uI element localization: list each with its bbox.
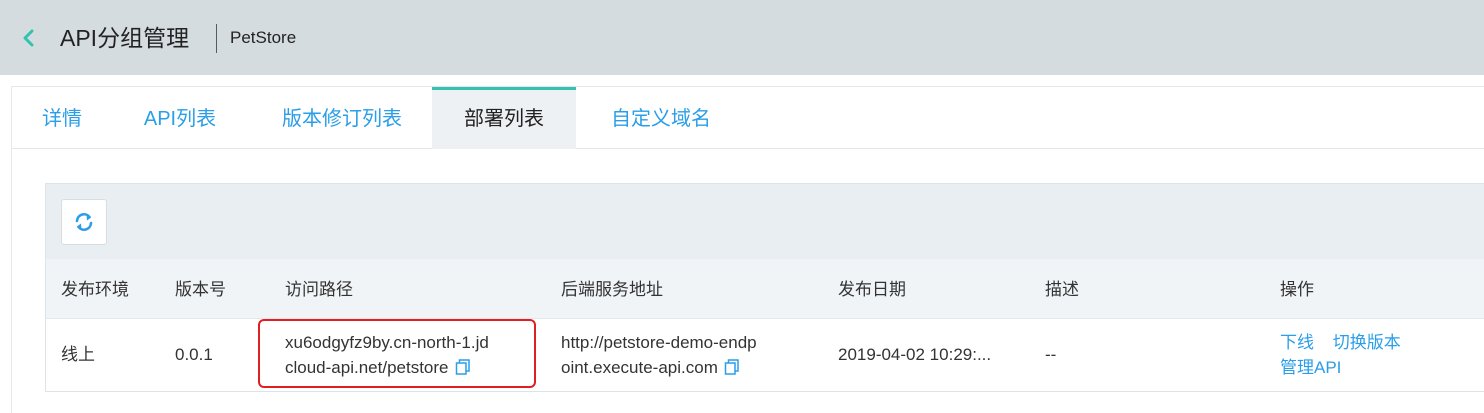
column-header-version: 版本号 [175, 280, 226, 299]
group-name: PetStore [230, 28, 297, 47]
refresh-icon [75, 213, 93, 231]
table-toolbar [45, 183, 1484, 261]
deployment-table: 发布环境 版本号 访问路径 后端服务地址 发布日期 描述 操作 线上 0.0.1… [45, 259, 1484, 392]
cell-version: 0.0.1 [175, 345, 213, 364]
copy-access-path-button[interactable] [455, 357, 471, 382]
copy-icon [455, 359, 470, 375]
cell-backend-address: http://petstore-demo-endp oint.execute-a… [561, 330, 811, 382]
cell-publish-date: 2019-04-02 10:29:... [838, 345, 992, 364]
tab-api-list[interactable]: API列表 [125, 87, 235, 148]
switch-version-link[interactable]: 切换版本 [1333, 333, 1401, 352]
tab-deployment-list[interactable]: 部署列表 [432, 87, 576, 149]
cell-actions: 下线 切换版本 管理API [1280, 330, 1480, 380]
cell-access-path: xu6odgyfz9by.cn-north-1.jd cloud-api.net… [285, 330, 530, 382]
access-path-line2: cloud-api.net/petstore [285, 358, 449, 377]
table-header: 发布环境 版本号 访问路径 后端服务地址 发布日期 描述 操作 [46, 259, 1484, 319]
copy-backend-button[interactable] [724, 357, 740, 382]
backend-line1: http://petstore-demo-endp [561, 333, 757, 352]
cell-description: -- [1045, 345, 1057, 364]
column-header-publish-date: 发布日期 [838, 280, 906, 299]
tab-version-revisions[interactable]: 版本修订列表 [262, 87, 422, 148]
page-header: API分组管理 PetStore [0, 0, 1484, 75]
back-button[interactable] [16, 26, 40, 50]
main-panel: 详情 API列表 版本修订列表 部署列表 自定义域名 发布环境 版本号 访问路径… [11, 86, 1484, 413]
column-header-actions: 操作 [1280, 280, 1314, 299]
copy-icon [724, 359, 739, 375]
table-row: 线上 0.0.1 xu6odgyfz9by.cn-north-1.jd clou… [46, 319, 1484, 391]
title-divider [216, 24, 217, 53]
tab-custom-domain[interactable]: 自定义域名 [596, 87, 726, 148]
access-path-line1: xu6odgyfz9by.cn-north-1.jd [285, 333, 489, 352]
page-title: API分组管理 [60, 25, 190, 51]
tab-details[interactable]: 详情 [12, 87, 112, 148]
column-header-access-path: 访问路径 [285, 280, 353, 299]
manage-api-link[interactable]: 管理API [1280, 358, 1341, 377]
column-header-environment: 发布环境 [61, 280, 129, 299]
offline-link[interactable]: 下线 [1280, 333, 1314, 352]
chevron-left-icon [23, 29, 34, 47]
backend-line2: oint.execute-api.com [561, 358, 718, 377]
refresh-button[interactable] [61, 199, 107, 245]
column-header-description: 描述 [1045, 280, 1079, 299]
tab-bar: 详情 API列表 版本修订列表 部署列表 自定义域名 [12, 87, 1484, 149]
column-header-backend: 后端服务地址 [561, 280, 663, 299]
cell-environment: 线上 [61, 345, 95, 364]
